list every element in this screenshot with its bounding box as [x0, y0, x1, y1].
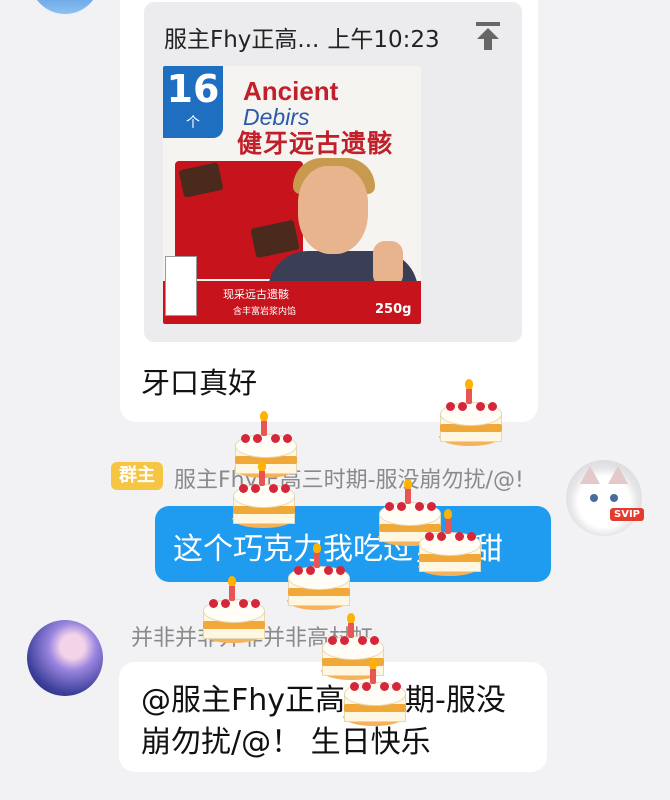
count-badge: 16 个 — [163, 66, 223, 138]
birthday-cake-icon — [415, 509, 483, 584]
nutrition-label — [165, 256, 197, 316]
band-text-1: 现采远古遗骸 — [223, 288, 289, 301]
message-text-3: @服主Fhy正高三时期-服没崩勿扰/@！ 生日快乐 — [141, 683, 506, 760]
birthday-cake-icon — [199, 576, 267, 651]
sender-name-2[interactable]: 服主Fhy正高三时期-服没崩勿扰/@! — [174, 462, 524, 494]
brand-chinese: 健牙远古遗骸 — [237, 129, 394, 158]
avatar-top[interactable] — [30, 0, 100, 14]
cat-eye — [590, 494, 598, 502]
birthday-cake-icon — [436, 379, 504, 454]
sender-avatar-3[interactable] — [27, 620, 103, 696]
group-owner-badge: 群主 — [111, 462, 163, 490]
quote-sender: 服主Fhy正高... — [164, 27, 320, 53]
band-text-2: 含丰富岩浆内馅 — [233, 307, 297, 317]
person-face — [298, 166, 368, 254]
quote-header: 服主Fhy正高... 上午10:23 — [164, 20, 440, 54]
count-number: 16 — [166, 67, 220, 111]
svip-badge: SVIP — [610, 508, 644, 521]
net-weight: 250g — [375, 302, 412, 317]
cat-ear — [580, 466, 600, 484]
cat-eye — [610, 494, 618, 502]
cat-avatar[interactable] — [566, 460, 642, 536]
cat-ear — [608, 466, 628, 484]
quote-time: 上午10:23 — [327, 27, 440, 53]
message-text-1[interactable]: 牙口真好 — [141, 360, 257, 402]
birthday-cake-icon — [340, 659, 408, 734]
product-image[interactable]: 16 个 Ancient Debirs 健牙远古遗骸 现采远古遗骸 含丰富岩浆内… — [163, 66, 421, 324]
birthday-cake-icon — [229, 461, 297, 536]
count-unit: 个 — [186, 115, 200, 131]
birthday-cake-icon — [284, 543, 352, 618]
brand-line-1: Ancient — [243, 76, 339, 106]
pin-to-top-icon[interactable] — [474, 20, 502, 52]
